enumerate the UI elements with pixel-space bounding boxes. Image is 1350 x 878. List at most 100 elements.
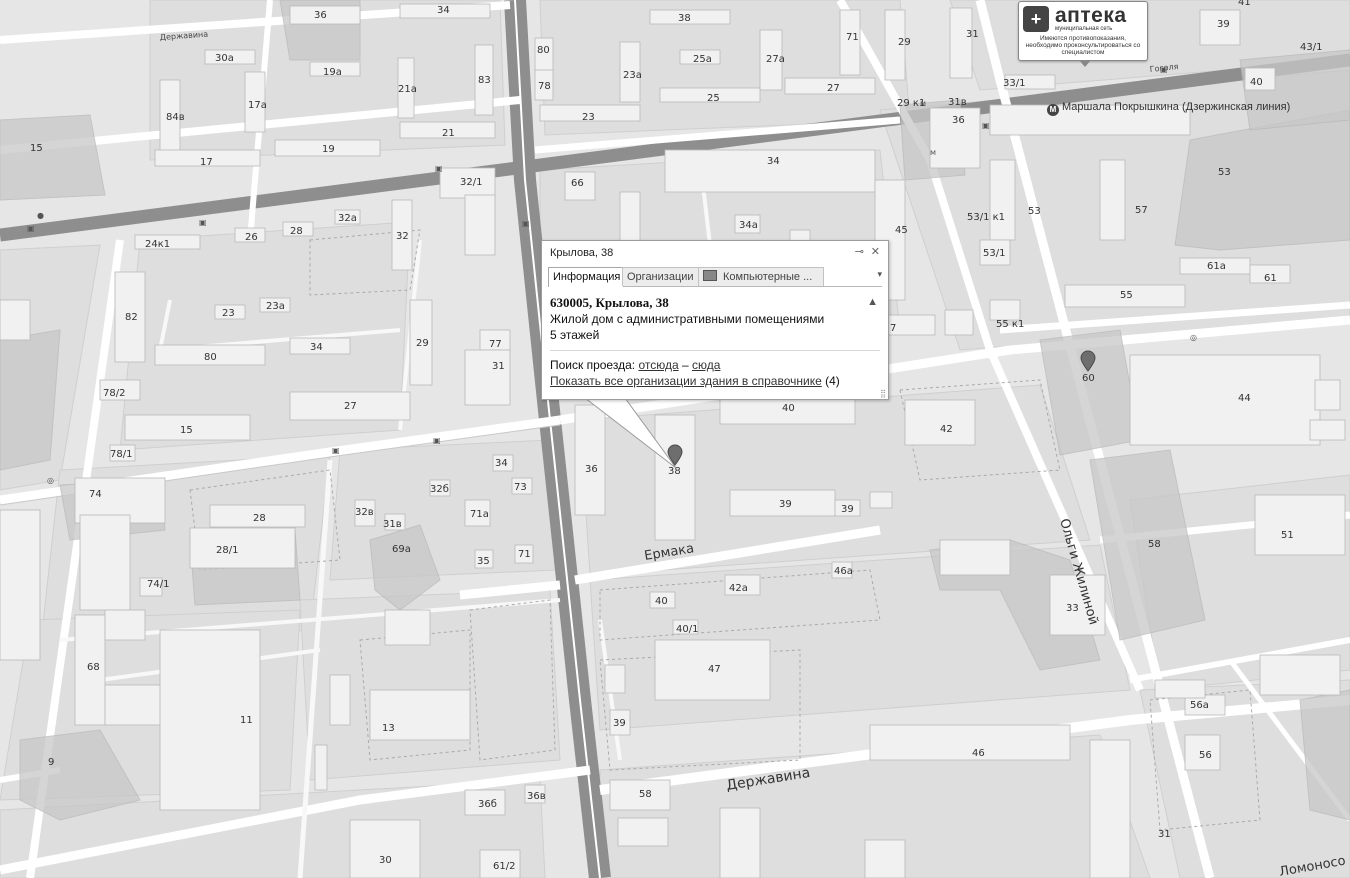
- building[interactable]: [869, 491, 893, 509]
- building-60-marker-icon[interactable]: [1080, 350, 1096, 372]
- building[interactable]: [349, 819, 421, 878]
- house-number: 82: [125, 312, 138, 323]
- building-floors: 5 этажей: [550, 328, 600, 342]
- house-number: 28: [253, 513, 266, 524]
- metro-station-label[interactable]: М Маршала Покрышкина (Дзержинская линия): [1047, 101, 1290, 116]
- organization-count: (4): [825, 374, 840, 388]
- building[interactable]: [104, 609, 146, 641]
- building[interactable]: [1259, 654, 1341, 696]
- house-number: 33: [1066, 603, 1079, 614]
- building[interactable]: [949, 7, 973, 79]
- house-number: 68: [87, 662, 100, 673]
- house-number: 31: [1158, 829, 1171, 840]
- house-number: 31в: [948, 97, 967, 108]
- house-number: 39: [841, 504, 854, 515]
- tabs-menu-chevron-icon[interactable]: ▾: [877, 269, 882, 280]
- building[interactable]: [1254, 494, 1346, 556]
- close-icon[interactable]: ✕: [871, 245, 880, 258]
- building[interactable]: [464, 194, 496, 256]
- house-number: 34: [495, 458, 508, 469]
- house-number: 15: [30, 143, 43, 154]
- house-number: 19: [322, 144, 335, 155]
- building[interactable]: [0, 509, 41, 661]
- building[interactable]: [104, 684, 166, 726]
- house-number: 7: [890, 323, 896, 334]
- route-to-link[interactable]: сюда: [692, 358, 720, 372]
- svg-text:▣: ▣: [199, 218, 207, 227]
- building[interactable]: [904, 399, 976, 446]
- building[interactable]: [1309, 419, 1346, 441]
- house-number: 60: [1082, 373, 1095, 384]
- house-number: 35: [477, 556, 490, 567]
- tab-organizations[interactable]: Организации: [622, 267, 699, 286]
- building[interactable]: [869, 724, 1071, 761]
- house-number: 17: [200, 157, 213, 168]
- house-number: 29: [898, 37, 911, 48]
- house-number: 38: [668, 466, 681, 477]
- house-number: 42а: [729, 583, 748, 594]
- popup-body: ▲ 630005, Крылова, 38 Жилой дом с админи…: [550, 295, 880, 389]
- house-number: 34: [767, 156, 780, 167]
- building[interactable]: [0, 299, 31, 341]
- house-number: 78/2: [103, 388, 125, 399]
- house-number: 56а: [1190, 700, 1209, 711]
- house-number: 69а: [392, 544, 411, 555]
- building[interactable]: [314, 744, 328, 791]
- popup-tabs: Информация Организации Компьютерные ... …: [548, 266, 882, 287]
- metro-station-name: Маршала Покрышкина (Дзержинская линия): [1062, 101, 1291, 113]
- route-from-link[interactable]: отсюда: [638, 358, 678, 372]
- house-number: 21а: [398, 84, 417, 95]
- house-number: 84в: [166, 112, 185, 123]
- building[interactable]: [1154, 679, 1206, 699]
- pharmacy-ad[interactable]: + аптека муниципальная сеть Имеются прот…: [1018, 1, 1148, 67]
- house-number: 44: [1238, 393, 1251, 404]
- city-map[interactable]: 36 34 38 30а 19а 21а 83 80 78 23а 25а 27а 71 29 31…: [0, 0, 1350, 878]
- building[interactable]: [989, 299, 1021, 321]
- selected-building-marker-icon[interactable]: [667, 444, 683, 466]
- building[interactable]: [384, 609, 431, 646]
- popup-title: Крылова, 38: [550, 247, 614, 259]
- building[interactable]: [604, 664, 626, 694]
- building[interactable]: [189, 527, 296, 569]
- building[interactable]: [1099, 159, 1126, 241]
- house-number: 32: [396, 231, 409, 242]
- house-number: 31в: [383, 519, 402, 530]
- house-number: 34: [437, 5, 450, 16]
- resize-grip-icon[interactable]: ⣿: [880, 389, 886, 398]
- house-number: 40/1: [676, 624, 698, 635]
- house-number: 9: [48, 757, 54, 768]
- monitor-icon: [703, 270, 717, 281]
- warning-icon[interactable]: ▲: [867, 294, 878, 310]
- building[interactable]: [944, 309, 974, 336]
- show-all-organizations-link[interactable]: Показать все организации здания в справо…: [550, 374, 822, 388]
- route-label: Поиск проезда:: [550, 358, 636, 372]
- svg-text:▣: ▣: [27, 224, 35, 233]
- building[interactable]: [574, 404, 606, 516]
- building[interactable]: [989, 159, 1016, 241]
- house-number: 30а: [215, 53, 234, 64]
- building[interactable]: [79, 514, 131, 611]
- house-number: 32б: [430, 484, 449, 495]
- building-description: Жилой дом с административными помещениям…: [550, 312, 825, 326]
- building[interactable]: [1129, 354, 1321, 446]
- building[interactable]: [617, 817, 669, 847]
- house-number: 74/1: [147, 579, 169, 590]
- tab-information[interactable]: Информация: [548, 267, 624, 287]
- house-number: 27а: [766, 54, 785, 65]
- building[interactable]: [1314, 379, 1341, 411]
- building[interactable]: [719, 807, 761, 878]
- house-number: 23: [582, 112, 595, 123]
- building[interactable]: [1089, 739, 1131, 878]
- house-number: 56: [1199, 750, 1212, 761]
- building[interactable]: [939, 539, 1011, 576]
- house-number: 40: [1250, 77, 1263, 88]
- building[interactable]: [864, 839, 906, 878]
- pin-popup-icon[interactable]: ⊸: [855, 245, 864, 258]
- tab-computer-stores[interactable]: Компьютерные ...: [698, 267, 824, 286]
- building[interactable]: [619, 191, 641, 243]
- house-number: 32/1: [460, 177, 482, 188]
- building[interactable]: [329, 674, 351, 726]
- house-number: 80: [204, 352, 217, 363]
- building[interactable]: [464, 349, 511, 406]
- building[interactable]: [654, 414, 696, 541]
